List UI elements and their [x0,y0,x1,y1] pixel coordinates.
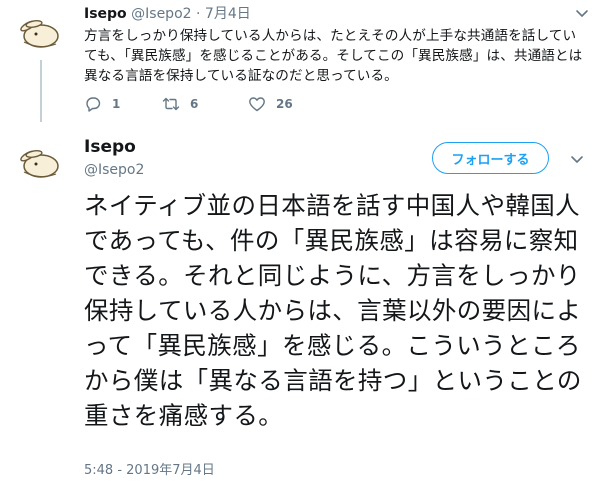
retweet-count: 6 [190,97,199,111]
tweet-actions: 1 6 26 [84,94,344,114]
retweet-icon [162,97,180,111]
reply-icon [86,97,101,112]
follow-button[interactable]: フォローする [432,142,549,174]
tweet-text: 方言をしっかり保持している人からは、たとえその人が上手な共通語を話していても、「… [84,28,583,84]
heart-icon [249,97,265,112]
author-name[interactable]: Isepo [84,6,127,22]
rabbit-avatar-icon [14,4,66,56]
avatar[interactable] [14,134,66,186]
reply-tweet[interactable]: Isepo @Isepo2 · 7月4日 方言をしっかり保持している人からは、た… [84,4,589,86]
avatar[interactable] [14,4,66,56]
thread-line [40,60,42,122]
rabbit-avatar-icon [14,134,66,186]
reply-tweet-header: Isepo @Isepo2 · 7月4日 [84,4,589,24]
like-button[interactable]: 26 [248,94,293,114]
reply-count: 1 [112,97,121,111]
chevron-down-icon[interactable] [575,6,589,20]
author-name[interactable]: Isepo [84,136,136,158]
chevron-down-icon[interactable] [570,152,584,166]
tweet-timestamp[interactable]: 7月4日 [205,6,251,22]
reply-button[interactable]: 1 [84,94,120,114]
tweet-timestamp[interactable]: 5:48 - 2019年7月4日 [84,462,215,480]
author-handle[interactable]: @Isepo2 [131,6,191,22]
tweet-text: ネイティブ並の日本語を話す中国人や韓国人であっても、件の「異民族感」は容易に察知… [84,191,582,430]
separator-dot: · [196,6,201,22]
author-handle[interactable]: @Isepo2 [84,160,144,180]
retweet-button[interactable]: 6 [162,94,198,114]
like-count: 26 [276,97,293,111]
